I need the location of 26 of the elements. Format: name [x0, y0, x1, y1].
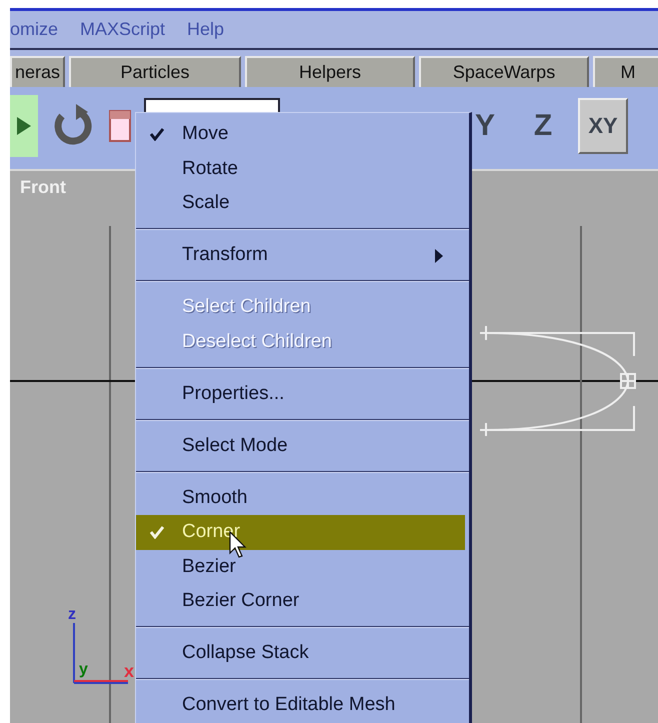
tab[interactable]: Particles [69, 56, 241, 87]
menu-item[interactable]: MAXScript [80, 19, 166, 40]
menu-item[interactable]: Rotate [136, 152, 465, 186]
axis-button[interactable]: Z [520, 98, 566, 154]
menu-item[interactable]: Help [187, 19, 224, 40]
menu-item[interactable]: Select Mode [136, 428, 465, 463]
menu-item[interactable]: Bezier [136, 550, 465, 584]
axis-gizmo-drawing: z y x [58, 601, 138, 697]
menu-item[interactable]: Transform [136, 238, 465, 272]
menu-item[interactable]: Convert to Editable Mesh [136, 688, 465, 722]
move-icon[interactable] [10, 95, 38, 157]
tab[interactable]: neras [10, 56, 65, 87]
tab[interactable]: SpaceWarps [419, 56, 589, 87]
axis-button[interactable]: Y [462, 98, 508, 154]
menu-item[interactable]: Properties... [136, 376, 465, 411]
menu-item[interactable]: omize [10, 19, 58, 40]
menu-item[interactable]: Corner [136, 515, 465, 550]
menu-item[interactable]: Bezier Corner [136, 584, 465, 618]
menu-item[interactable]: Smooth [136, 480, 465, 515]
menu-item[interactable]: Move [136, 117, 465, 152]
menu-item[interactable]: Scale [136, 186, 465, 220]
axis-button[interactable]: XY [578, 98, 628, 154]
tab[interactable]: Helpers [245, 56, 415, 87]
tab[interactable]: M [593, 56, 658, 87]
menu-item[interactable]: Collapse Stack [136, 636, 465, 670]
viewport-label: Front [20, 177, 66, 198]
